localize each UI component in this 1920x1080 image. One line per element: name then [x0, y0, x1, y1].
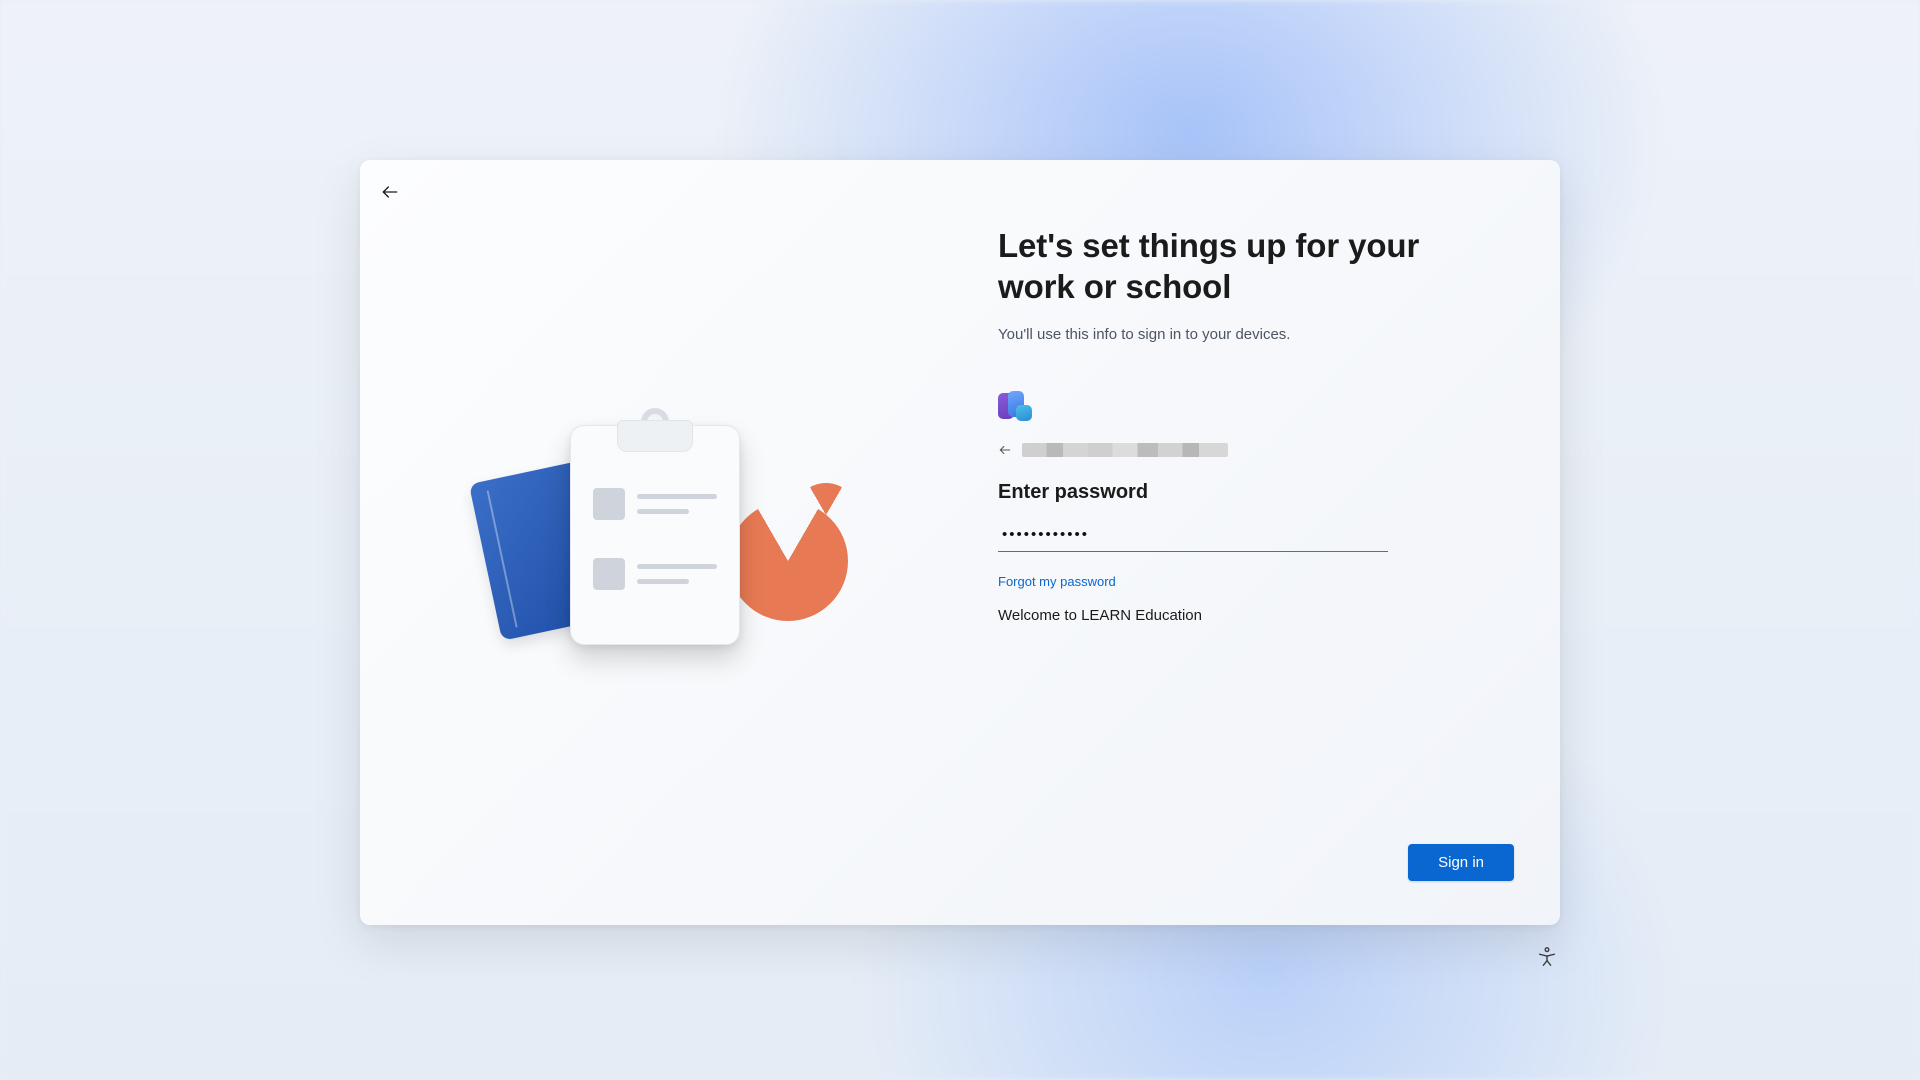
accessibility-icon	[1536, 946, 1558, 968]
pie-slice-icon	[794, 483, 858, 547]
account-email-redacted	[1022, 443, 1228, 457]
setup-panel: Let's set things up for your work or sch…	[360, 160, 1560, 925]
work-school-illustration	[460, 413, 860, 673]
organization-logo	[998, 391, 1034, 423]
arrow-left-icon	[380, 182, 400, 202]
password-input[interactable]	[998, 522, 1388, 552]
page-title: Let's set things up for your work or sch…	[998, 226, 1458, 308]
form-pane: Let's set things up for your work or sch…	[960, 160, 1560, 925]
page-subtitle: You'll use this info to sign in to your …	[998, 326, 1496, 343]
change-account-button[interactable]	[998, 443, 1012, 457]
forgot-password-link[interactable]: Forgot my password	[998, 574, 1116, 589]
illustration-pane	[360, 160, 960, 925]
sign-in-button[interactable]: Sign in	[1408, 844, 1514, 881]
welcome-text: Welcome to LEARN Education	[998, 607, 1496, 624]
password-label: Enter password	[998, 481, 1496, 504]
stage: Let's set things up for your work or sch…	[0, 0, 1920, 1080]
back-button[interactable]	[376, 178, 404, 206]
identity-row	[998, 443, 1496, 457]
clipboard-icon	[570, 425, 740, 645]
arrow-left-icon	[998, 443, 1012, 457]
accessibility-button[interactable]	[1536, 946, 1558, 968]
